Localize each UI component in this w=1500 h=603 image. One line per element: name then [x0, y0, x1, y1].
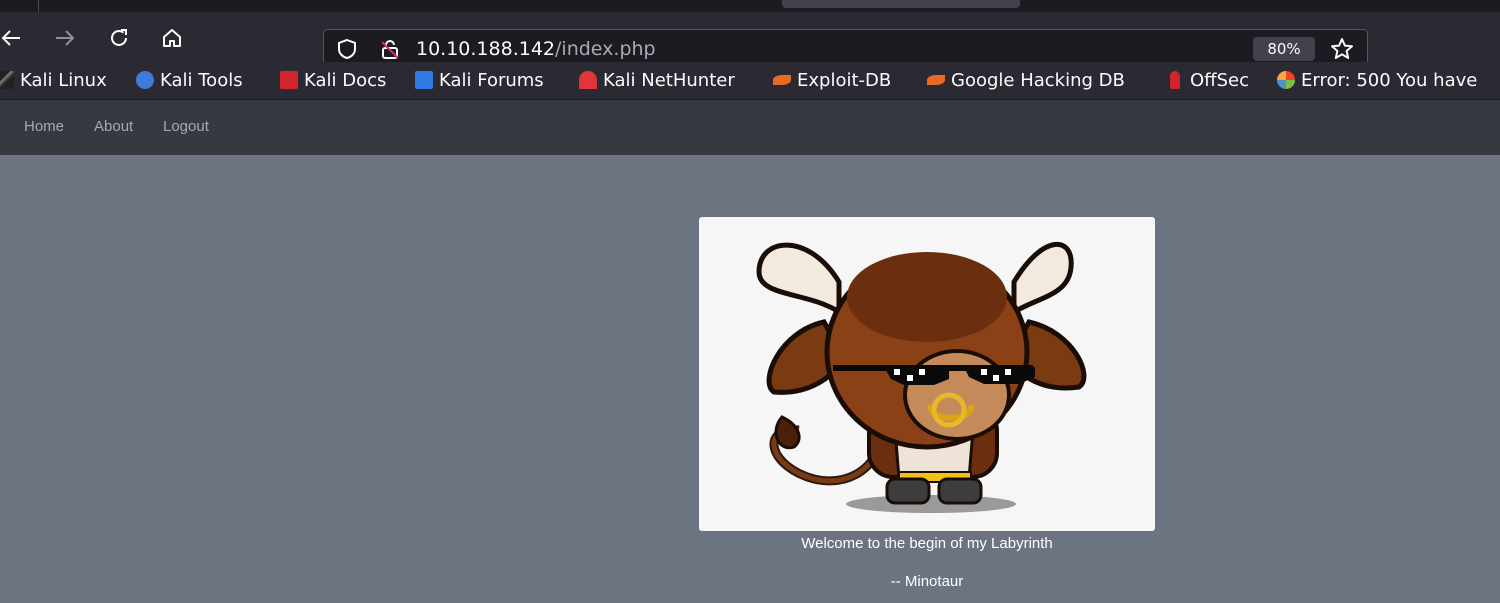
bookmark-label: Kali Forums [439, 69, 544, 91]
bookmark-kali-linux[interactable]: Kali Linux [0, 69, 107, 91]
tracking-protection-shield-icon[interactable] [336, 38, 358, 64]
offsec-icon [1170, 71, 1180, 89]
reload-button[interactable] [106, 25, 132, 51]
reload-icon [111, 29, 127, 46]
bookmark-kali-forums[interactable]: Kali Forums [415, 69, 544, 91]
bookmark-exploit-db[interactable]: Exploit-DB [773, 69, 891, 91]
kali-dragon-icon [0, 71, 14, 89]
nav-logout-link[interactable]: Logout [163, 118, 209, 135]
tab-strip [0, 0, 1500, 12]
joomla-icon [1277, 71, 1295, 89]
kali-forums-icon [415, 71, 433, 89]
nav-home-link[interactable]: Home [24, 118, 64, 135]
bookmark-kali-tools[interactable]: Kali Tools [136, 69, 243, 91]
bookmark-label: OffSec [1190, 69, 1249, 91]
bookmark-label: Kali Docs [304, 69, 387, 91]
bookmark-label: Kali NetHunter [603, 69, 735, 91]
site-navbar: Home About Logout [0, 100, 1500, 155]
bookmark-label: Exploit-DB [797, 69, 892, 91]
bookmark-offsec[interactable]: OffSec [1166, 69, 1249, 91]
nav-about-link[interactable]: About [94, 118, 133, 135]
bookmark-label: Error: 500 You have [1301, 69, 1478, 91]
url-path: /index.php [555, 38, 656, 60]
bookmark-star-icon[interactable] [1330, 37, 1354, 65]
browser-toolbar: 10.10.188.142/index.php 80% [0, 12, 1500, 67]
active-tab[interactable] [782, 0, 1020, 8]
signature-text: -- Minotaur [890, 573, 964, 590]
ghdb-icon [927, 75, 945, 85]
url-host: 10.10.188.142 [416, 38, 556, 60]
home-icon [163, 29, 181, 47]
bookmark-google-hacking-db[interactable]: Google Hacking DB [927, 69, 1125, 91]
bookmark-kali-docs[interactable]: Kali Docs [280, 69, 386, 91]
exploit-db-icon [773, 75, 791, 85]
insecure-lock-icon[interactable] [379, 38, 401, 64]
bookmark-kali-nethunter[interactable]: Kali NetHunter [579, 69, 735, 91]
bookmarks-toolbar: Kali Linux Kali Tools Kali Docs Kali For… [0, 62, 1500, 100]
minotaur-image [699, 217, 1155, 531]
bookmark-label: Google Hacking DB [951, 69, 1125, 91]
tab-separator [38, 0, 39, 12]
zoom-indicator[interactable]: 80% [1253, 37, 1315, 61]
welcome-text: Welcome to the begin of my Labyrinth [801, 535, 1053, 552]
nethunter-icon [579, 71, 597, 89]
bookmark-error-500[interactable]: Error: 500 You have [1277, 69, 1477, 91]
back-arrow-icon [1, 30, 20, 46]
kali-docs-icon [280, 71, 298, 89]
url-text[interactable]: 10.10.188.142/index.php [416, 38, 656, 60]
forward-arrow-icon [56, 30, 75, 46]
minotaur-illustration [756, 241, 1087, 513]
bookmark-label: Kali Linux [20, 69, 107, 91]
home-button[interactable] [159, 25, 185, 51]
bookmark-label: Kali Tools [160, 69, 243, 91]
kali-tools-icon [136, 71, 154, 89]
forward-button[interactable] [52, 25, 78, 51]
back-button[interactable] [0, 25, 24, 51]
